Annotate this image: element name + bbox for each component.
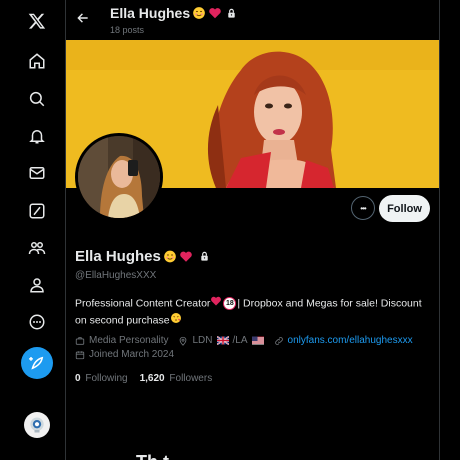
bio-text-part1: Professional Content Creator xyxy=(75,297,211,310)
avatar-photo-illustration xyxy=(78,136,160,218)
home-icon[interactable] xyxy=(21,45,53,77)
followers-link[interactable]: 1,620 Followers xyxy=(140,373,213,384)
following-count: 0 xyxy=(75,373,81,384)
followers-label: Followers xyxy=(169,373,213,384)
header-name-text: Ella Hughes xyxy=(110,5,191,21)
calendar-icon xyxy=(75,350,85,359)
following-label: Following xyxy=(85,373,128,384)
post-button[interactable] xyxy=(21,347,53,379)
age-18-badge-icon: 18 xyxy=(223,297,237,310)
profile-website-link[interactable]: onlyfans.com/ellahughesxxx xyxy=(288,335,413,346)
arrow-left-icon xyxy=(77,13,88,23)
link-icon xyxy=(274,336,283,345)
profile-location-b: /LA xyxy=(232,335,248,346)
lock-icon xyxy=(198,250,212,264)
profile-column: Ella Hughes 18 posts ••• Follow Ella Hug… xyxy=(66,0,440,460)
mail-icon[interactable] xyxy=(21,157,53,189)
display-name-text: Ella Hughes xyxy=(75,248,161,265)
follow-button[interactable]: Follow xyxy=(379,195,430,222)
relieved-face-emoji-icon xyxy=(192,6,206,20)
feather-plus-icon xyxy=(29,356,44,370)
joined-row: Joined March 2024 xyxy=(75,349,174,360)
lock-icon xyxy=(224,6,238,20)
briefcase-icon xyxy=(75,336,85,345)
profile-location-a: LDN xyxy=(192,335,213,346)
header-title: Ella Hughes xyxy=(110,5,238,21)
face-blowing-kiss-emoji-icon xyxy=(170,312,182,329)
us-flag-icon xyxy=(251,336,264,345)
grok-icon[interactable] xyxy=(21,195,53,227)
more-options-label: ••• xyxy=(360,203,366,213)
more-options-button[interactable]: ••• xyxy=(351,196,375,220)
more-circle-icon[interactable] xyxy=(21,306,53,338)
red-heart-emoji-icon xyxy=(210,295,222,312)
red-heart-emoji-icon xyxy=(208,6,222,20)
search-icon[interactable] xyxy=(21,83,53,115)
red-heart-emoji-icon xyxy=(179,250,193,264)
relieved-face-emoji-icon xyxy=(163,250,177,264)
profile-icon[interactable] xyxy=(21,269,53,301)
communities-icon[interactable] xyxy=(21,232,53,264)
left-nav xyxy=(0,0,66,460)
back-button[interactable] xyxy=(74,9,92,27)
following-link[interactable]: 0 Following xyxy=(75,373,128,384)
joined-date: Joined March 2024 xyxy=(89,349,175,360)
age-18-badge-text: 18 xyxy=(226,299,234,307)
uk-flag-icon xyxy=(216,336,229,345)
profile-avatar[interactable] xyxy=(75,133,163,221)
avatar-icon xyxy=(30,417,44,433)
location-pin-icon xyxy=(180,336,187,346)
post-count: 18 posts xyxy=(110,25,145,35)
followers-count: 1,620 xyxy=(139,373,165,384)
follow-counts: 0 Following 1,620 Followers xyxy=(75,373,212,384)
x-logo-icon[interactable] xyxy=(21,5,53,37)
profile-bio: Professional Content Creator 18 | Dropbox … xyxy=(75,295,425,329)
bell-icon[interactable] xyxy=(21,120,53,152)
display-name: Ella Hughes xyxy=(75,248,212,265)
partial-bottom-heading: Th t xyxy=(136,452,169,460)
profile-category: Media Personality xyxy=(89,335,169,346)
profile-meta-row: Media Personality LDN /LA onlyfans.com/e… xyxy=(75,335,413,346)
user-handle: @EllaHughesXXX xyxy=(75,270,157,281)
account-avatar[interactable] xyxy=(24,412,50,438)
profile-header-bar: Ella Hughes 18 posts xyxy=(66,0,439,40)
